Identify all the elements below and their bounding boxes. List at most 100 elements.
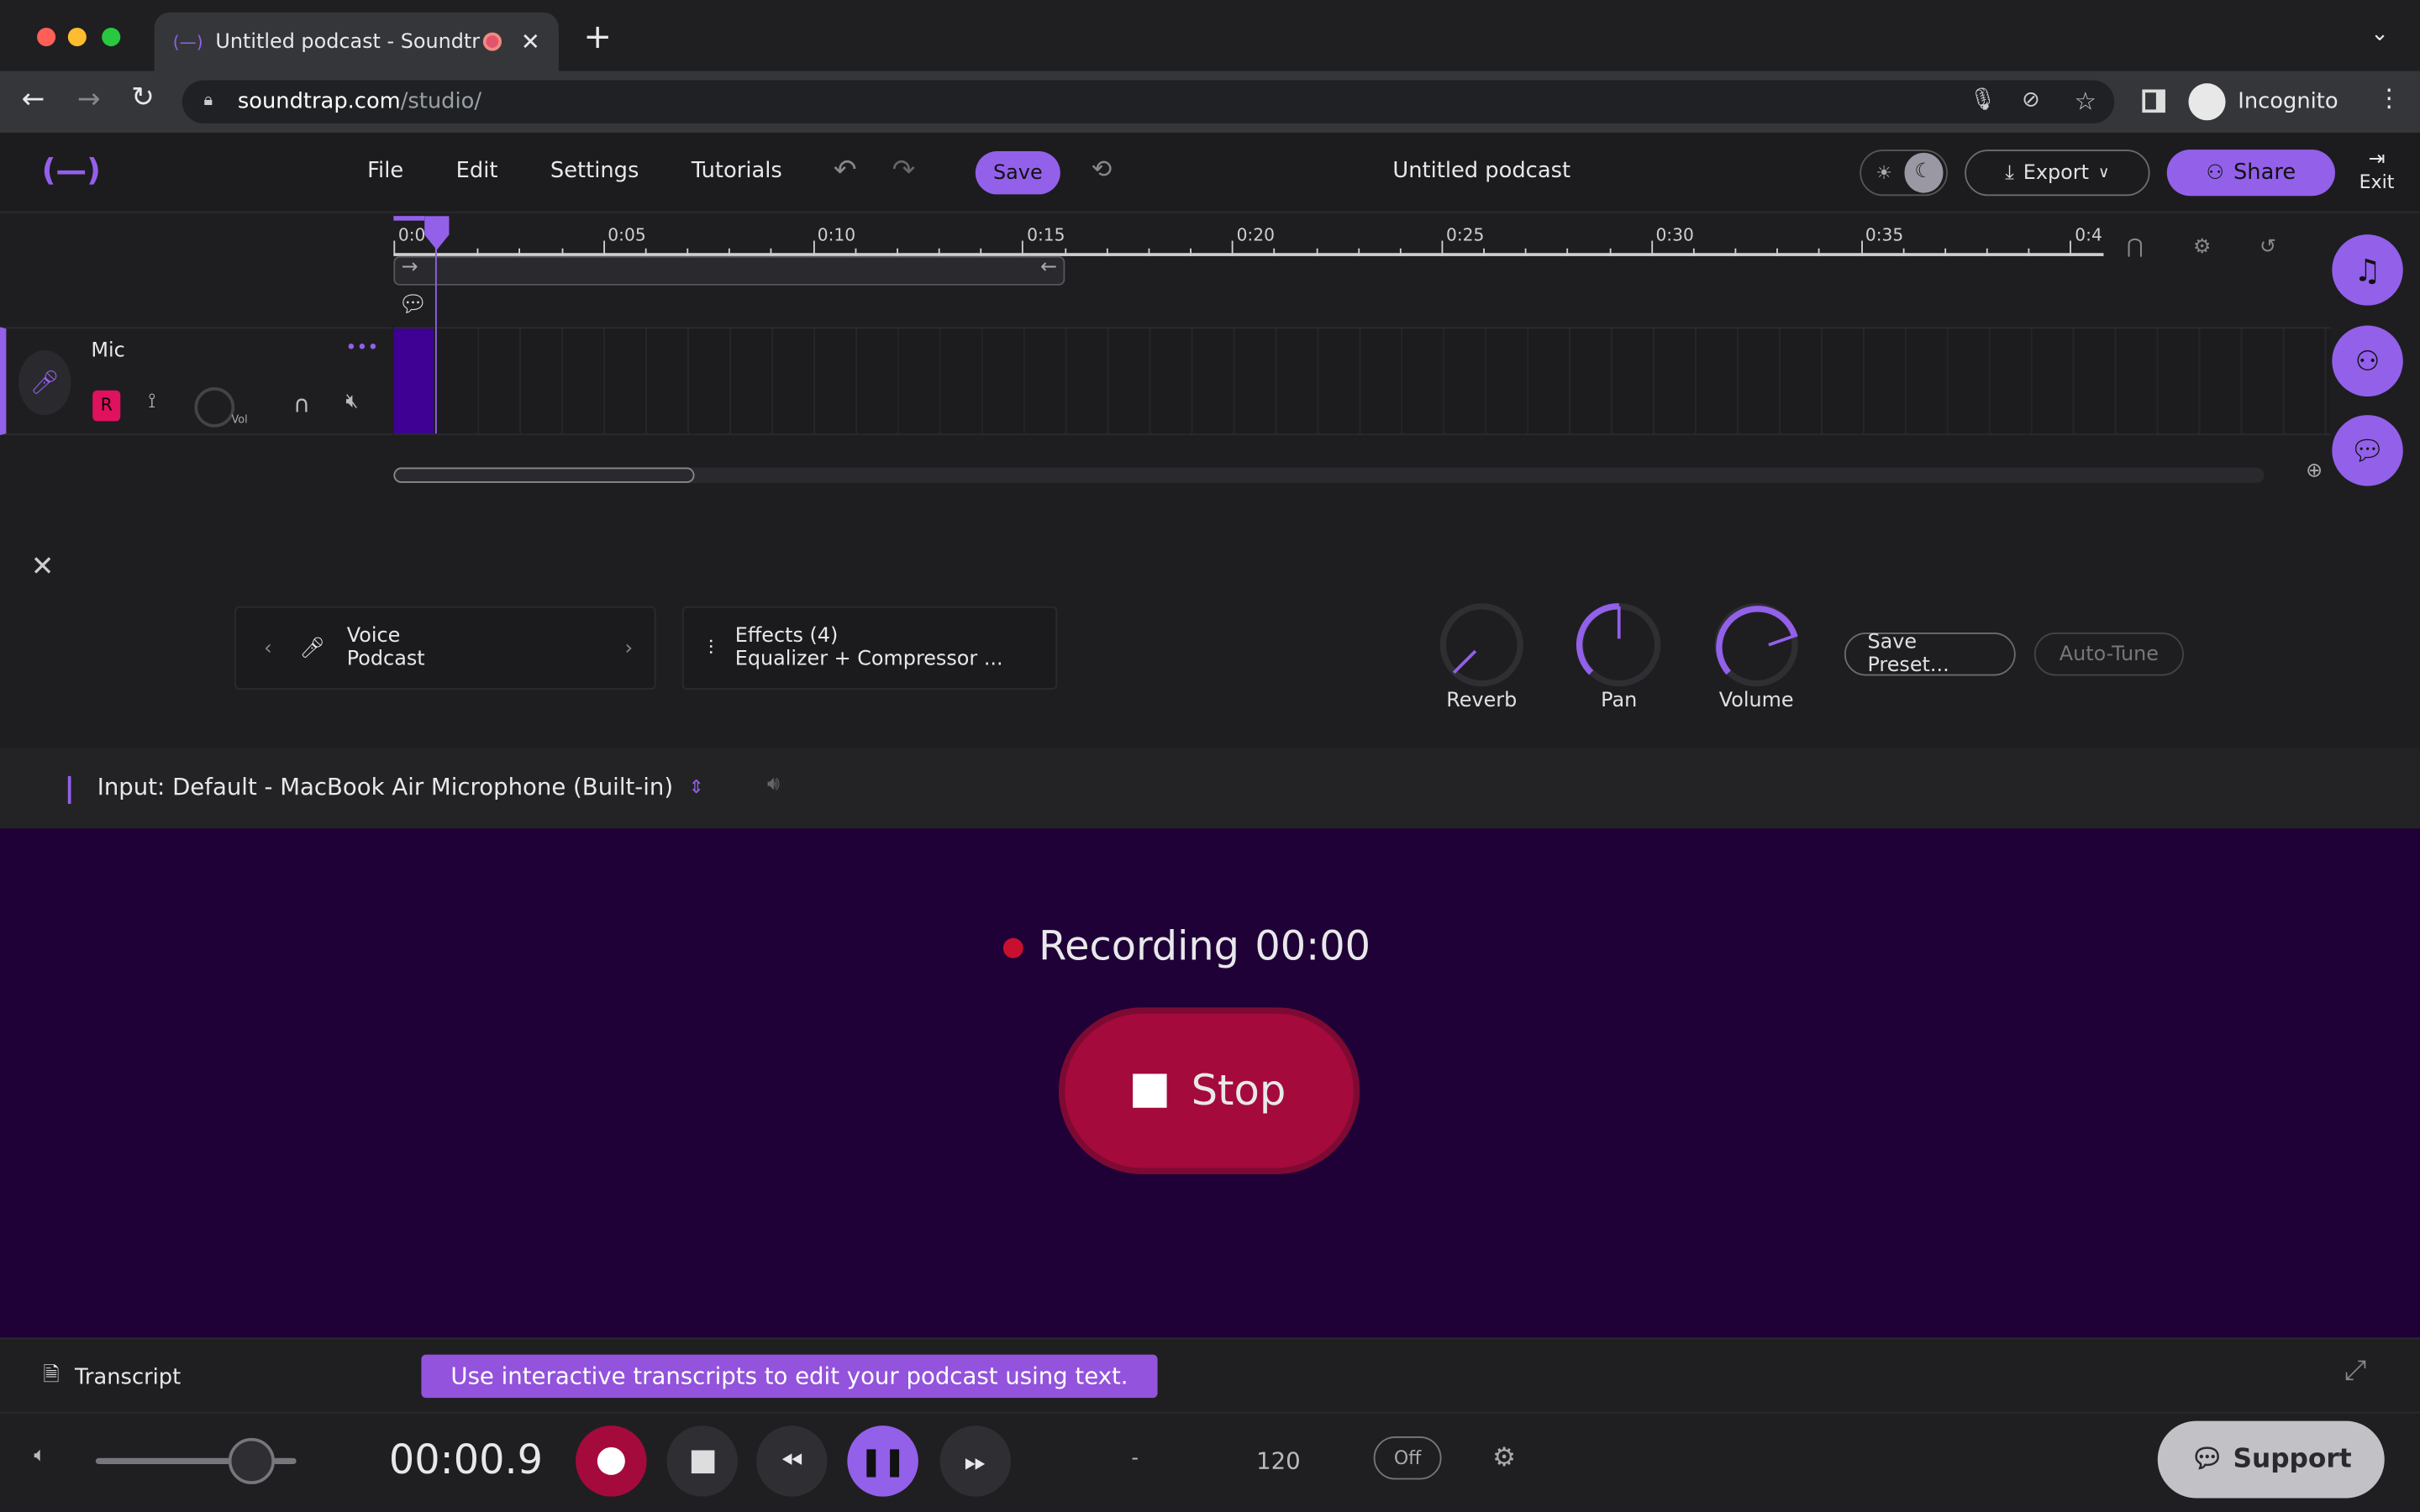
horizontal-scrollbar[interactable]	[393, 467, 2265, 483]
rewind-button[interactable]: ⏪︎	[755, 1425, 828, 1497]
back-icon[interactable]: ←	[22, 83, 45, 116]
lock-icon: 🔒︎	[203, 89, 213, 110]
reverb-knob[interactable]	[1439, 601, 1525, 688]
forward-icon[interactable]: →	[77, 83, 101, 116]
tempo-field[interactable]: 120	[1256, 1447, 1301, 1475]
reload-icon[interactable]: ↻	[131, 81, 155, 114]
tab-list-chevron-icon[interactable]: ⌄	[2370, 22, 2389, 46]
people-icon: ⚇	[2354, 344, 2381, 378]
side-panel-icon[interactable]	[2142, 89, 2165, 113]
menu-settings[interactable]: Settings	[550, 159, 639, 183]
track-lane[interactable]	[393, 217, 2331, 435]
new-tab-button[interactable]: +	[583, 18, 612, 57]
effects-button[interactable]: ⫶ Effects (4) Equalizer + Compressor ...	[681, 606, 1058, 690]
minimize-window-button[interactable]	[67, 28, 87, 47]
soundtrap-logo[interactable]: (—)	[42, 151, 101, 188]
track-more-icon[interactable]: •••	[345, 336, 378, 358]
scrollbar-thumb[interactable]	[393, 467, 695, 483]
previous-preset-icon[interactable]: ‹	[264, 637, 272, 660]
chat-button[interactable]: 💬︎	[2332, 415, 2403, 486]
track-header[interactable]: 🎤︎ Mic ••• R ⟟ Vol ∩ 🔇︎	[0, 327, 392, 435]
mute-icon[interactable]: 🔇︎	[345, 391, 358, 414]
transport-settings-icon[interactable]: ⚙	[1492, 1442, 1516, 1473]
theme-toggle[interactable]: ☀ ☾	[1860, 150, 1948, 197]
menu-edit[interactable]: Edit	[456, 159, 498, 183]
support-label: Support	[2233, 1444, 2352, 1475]
track-instrument-icon[interactable]: 🎤︎	[18, 349, 71, 416]
minor-tick	[1399, 248, 1402, 256]
browser-tab[interactable]: (—) Untitled podcast - Soundtr ✕	[154, 12, 559, 71]
save-preset-button[interactable]: Save Preset...	[1844, 631, 2016, 677]
stop-button[interactable]	[666, 1425, 738, 1497]
loop-region[interactable]: → ←	[393, 255, 1065, 286]
arrow-left-icon[interactable]: ←	[1040, 256, 1057, 280]
transcript-button[interactable]: 🗎 Transcript	[43, 1361, 181, 1394]
transcript-banner[interactable]: Use interactive transcripts to edit your…	[421, 1354, 1158, 1399]
timeline-ruler[interactable]: 0:0 0:05 0:10 0:15 0:20 0:25 0:30 0:35 0:4	[393, 216, 2104, 256]
solo-headphones-icon[interactable]: ∩	[293, 391, 310, 418]
preset-selector[interactable]: ‹ 🎤︎ Voice Podcast ›	[234, 606, 656, 690]
master-volume-icon[interactable]: 🔈︎	[34, 1444, 45, 1467]
track-name[interactable]: Mic	[91, 339, 124, 363]
zoom-in-icon[interactable]: ⊕	[2306, 459, 2323, 483]
menu-tutorials[interactable]: Tutorials	[692, 159, 782, 183]
studio-toolbar: (—) File Edit Settings Tutorials ↶ ↷ Sav…	[0, 132, 2420, 213]
collaborators-button[interactable]: ⚇	[2332, 325, 2403, 397]
major-tick	[1860, 240, 1863, 256]
recording-time: 00:00	[1255, 924, 1370, 971]
next-preset-icon[interactable]: ›	[625, 637, 634, 660]
version-history-icon[interactable]: ⟲	[1092, 155, 1113, 184]
input-device-select[interactable]: Input: Default - MacBook Air Microphone …	[97, 773, 704, 801]
fast-forward-button[interactable]: ⏩︎	[939, 1425, 1012, 1497]
autotune-button[interactable]: Auto-Tune	[2033, 633, 2184, 676]
microphone-in-use-icon[interactable]: 🎙︎	[1970, 88, 1997, 113]
close-tab-icon[interactable]: ✕	[521, 28, 540, 55]
browser-tab-bar: (—) Untitled podcast - Soundtr ✕ + ⌄	[0, 0, 2420, 71]
eye-slash-icon[interactable]: ⊘	[2022, 88, 2040, 113]
export-button[interactable]: ⤓ Export ∨	[1965, 150, 2150, 197]
volume-output-knob[interactable]	[1713, 601, 1800, 688]
metronome-toggle[interactable]: Off	[1373, 1436, 1442, 1480]
incognito-icon	[2188, 83, 2226, 121]
undo-icon[interactable]: ↶	[834, 155, 857, 187]
pan-knob[interactable]	[1576, 601, 1662, 688]
bookmark-star-icon[interactable]: ☆	[2075, 87, 2096, 116]
expand-icon[interactable]: ⤢	[2344, 1355, 2366, 1388]
key-selector[interactable]: -	[1131, 1447, 1139, 1471]
timeline-settings-icon[interactable]: ⚙	[2193, 236, 2211, 260]
automation-icon[interactable]: ⟟	[148, 391, 155, 414]
arrow-right-icon[interactable]: →	[402, 256, 418, 280]
record-arm-button[interactable]: R	[92, 390, 121, 422]
recording-clip[interactable]	[393, 328, 434, 434]
address-bar[interactable]: 🔒︎ soundtrap.com/studio/ 🎙︎ ⊘ ☆	[182, 80, 2115, 123]
exit-button[interactable]: ⇥ Exit	[2357, 148, 2397, 192]
minor-tick	[1525, 248, 1528, 256]
save-button[interactable]: Save	[975, 150, 1060, 195]
ruler-tick-label: 0:35	[1865, 225, 1904, 246]
volume-knob[interactable]	[194, 387, 235, 428]
maximize-window-button[interactable]	[102, 28, 121, 47]
incognito-profile-button[interactable]: Incognito	[2188, 81, 2338, 123]
support-button[interactable]: 💬︎ Support	[2157, 1420, 2385, 1499]
master-volume-slider[interactable]	[95, 1437, 297, 1484]
stop-recording-button[interactable]: Stop	[1058, 1007, 1360, 1174]
redo-icon[interactable]: ↷	[892, 155, 916, 187]
minor-tick	[855, 248, 856, 256]
minor-tick	[560, 248, 563, 256]
minor-tick	[687, 248, 689, 256]
add-comment-icon[interactable]: 💬︎	[398, 290, 428, 318]
share-button[interactable]: ⚇ Share	[2166, 150, 2335, 197]
close-panel-icon[interactable]: ✕	[31, 551, 55, 584]
project-title[interactable]: Untitled podcast	[1328, 159, 1636, 183]
input-monitoring-icon[interactable]: 🔊︎	[767, 773, 780, 796]
record-button[interactable]	[576, 1425, 647, 1497]
close-window-button[interactable]	[37, 28, 56, 47]
menu-file[interactable]: File	[367, 159, 403, 183]
minor-tick	[1776, 248, 1779, 256]
loop-icon[interactable]: ↺	[2260, 236, 2276, 260]
pause-button[interactable]: ❚❚	[847, 1425, 918, 1497]
slider-thumb[interactable]	[228, 1437, 275, 1484]
browser-menu-icon[interactable]: ⋮	[2377, 83, 2402, 113]
loops-button[interactable]: ♫	[2332, 234, 2403, 306]
magnet-snap-icon[interactable]: ⋂	[2127, 236, 2144, 260]
